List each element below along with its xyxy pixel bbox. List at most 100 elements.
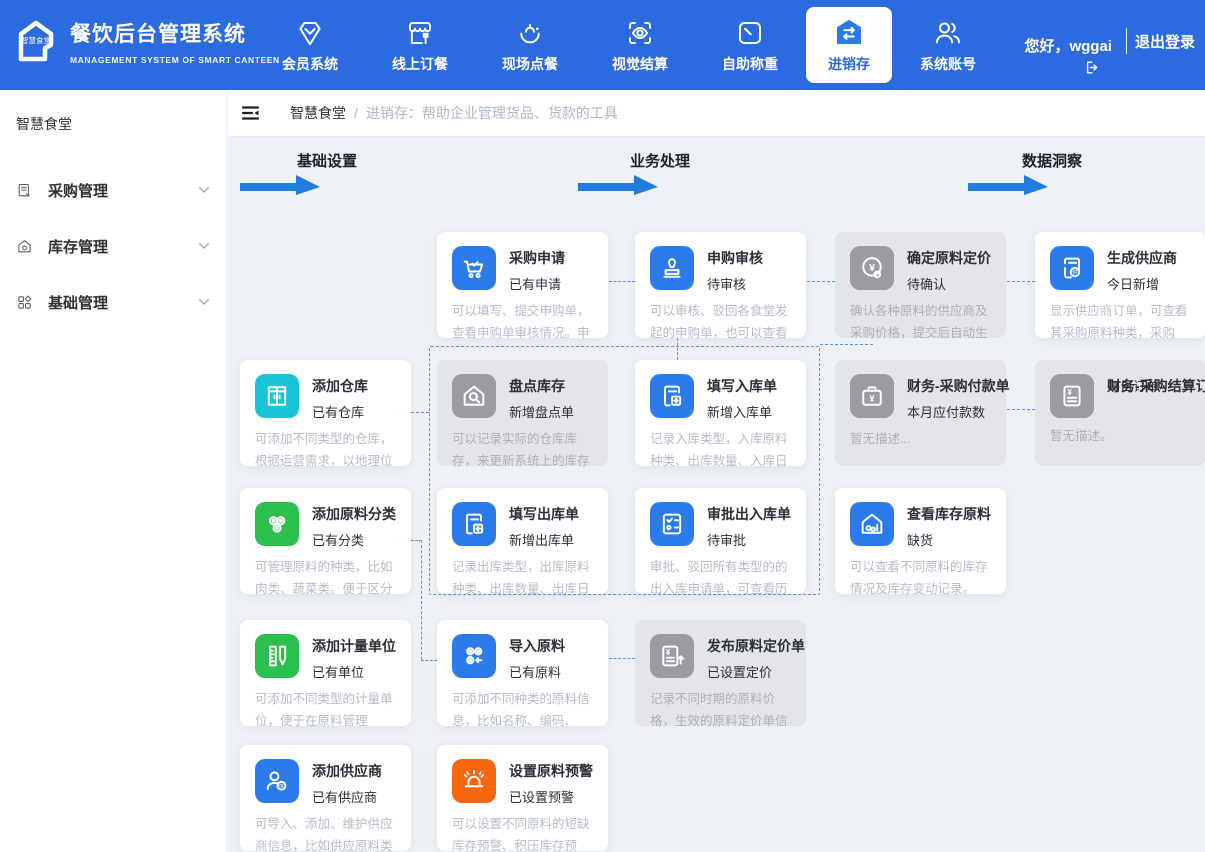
nav-label: 现场点餐 <box>502 54 558 74</box>
svg-text:供: 供 <box>279 782 284 790</box>
chevron-down-icon <box>198 298 210 306</box>
breadcrumb-current: 进销存：帮助企业管理货品、货款的工具 <box>366 103 618 123</box>
card-description: 确认各种原料的供应商及采购价格，提交后自动生成... <box>850 301 992 347</box>
visual-checkout-icon <box>625 16 655 48</box>
nav-system-account[interactable]: 系统账号 <box>894 7 1002 83</box>
logout-arrow-icon[interactable] <box>1083 59 1100 76</box>
card-set-ingredient-alert[interactable]: 设置原料预警 已设置预警 可以设置不同原料的短缺库存预警、积压库存预警。... <box>437 745 608 851</box>
card-subtitle: 新增出库单 <box>509 530 579 549</box>
chevron-down-icon <box>198 242 210 250</box>
connector-line <box>609 281 635 282</box>
nav-self-weighing[interactable]: 自助称重 <box>696 7 804 83</box>
nav-online-order[interactable]: 线上订餐 <box>366 7 474 83</box>
nav-dine-in-order[interactable]: 现场点餐 <box>476 7 584 83</box>
nav-label: 视觉结算 <box>612 54 668 74</box>
section-arrow-basic-setup <box>240 172 320 198</box>
card-title: 添加计量单位 <box>312 636 396 657</box>
card-finance-purchase-settlement[interactable]: ¥ 财务-采购结算订单 每日订单 暂无描述。 <box>1035 360 1205 466</box>
card-title: 盘点库存 <box>509 376 574 397</box>
card-fill-outbound-order[interactable]: 填写出库单 新增出库单 记录出库类型，出库原料种类、出库数量、出库日期... <box>437 488 608 594</box>
card-description: 可以填写、提交申购单，查看申购单审核情况。申购... <box>452 301 594 347</box>
inventory-purchase-sale-icon <box>833 16 865 48</box>
card-subtitle: 已有单位 <box>312 662 396 681</box>
logout-button[interactable]: 退出登录 <box>1135 31 1195 52</box>
supplier-person-icon: 供 <box>255 759 299 803</box>
sidebar: 智慧食堂 采购管理 库存管理 <box>0 90 227 852</box>
nav-visual-checkout[interactable]: 视觉结算 <box>586 7 694 83</box>
svg-text:¥: ¥ <box>666 648 671 657</box>
chevron-down-icon <box>198 186 210 194</box>
breadcrumb-root[interactable]: 智慧食堂 <box>290 103 346 123</box>
checklist-icon <box>650 502 694 546</box>
svg-text:¥: ¥ <box>869 393 875 403</box>
card-description: 记录入库类型，入库原料种类、出库数量、入库日期... <box>650 429 792 475</box>
card-publish-pricing-order[interactable]: ¥ 发布原料定价单 已设置定价 记录不同时期的原料价格，生效的原料定价单信息，.… <box>635 620 806 726</box>
doc-outbound-icon <box>452 502 496 546</box>
connector-line <box>421 540 422 660</box>
nav-label: 自助称重 <box>722 54 778 74</box>
ruler-pen-icon <box>255 634 299 678</box>
section-basic-setup: 基础设置 <box>297 150 357 171</box>
doc-price-up-icon: ¥ <box>650 634 694 678</box>
top-header: 智慧食堂 餐饮后台管理系统 MANAGEMENT SYSTEM OF SMART… <box>0 0 1205 90</box>
card-description: 审批、驳回所有类型的的出入库申请单，可查看历史... <box>650 557 792 603</box>
card-stock-count[interactable]: 盘点库存 新增盘点单 可以记录实际的仓库库存，来更新系统上的库存情况... <box>437 360 608 466</box>
smart-canteen-house-icon: 智慧食堂 <box>12 15 60 67</box>
sidebar-title: 智慧食堂 <box>0 90 226 134</box>
app-window: 智慧食堂 餐饮后台管理系统 MANAGEMENT SYSTEM OF SMART… <box>0 0 1205 852</box>
card-purchase-request[interactable]: 采购申请 已有申请 可以填写、提交申购单，查看申购单审核情况。申购... <box>437 232 608 338</box>
nav-inventory-purchase-sale[interactable]: 进销存 <box>806 7 892 83</box>
collapse-menu-icon[interactable] <box>241 105 260 121</box>
dine-in-order-icon <box>515 16 545 48</box>
warehouse-cabinet-icon <box>255 374 299 418</box>
card-description: 可以设置不同原料的短缺库存预警、积压库存预警。... <box>452 814 594 852</box>
ingredient-category-icon <box>255 502 299 546</box>
card-description: 显示供应商订单，可查看其采购原料种类，采购量，... <box>1050 301 1192 347</box>
card-add-warehouse[interactable]: 添加仓库 已有仓库 可添加不同类型的仓库，根据运营需求，以地理位置... <box>240 360 411 466</box>
card-fill-inbound-order[interactable]: 填写入库单 新增入库单 记录入库类型，入库原料种类、出库数量、入库日期... <box>635 360 806 466</box>
online-order-icon <box>405 16 435 48</box>
card-add-supplier[interactable]: 供 添加供应商 已有供应商 可导入、添加、维护供应商信息，比如供应原料类型... <box>240 745 411 851</box>
connector-line <box>421 660 437 661</box>
card-subtitle: 已有分类 <box>312 530 396 549</box>
card-generate-supplier[interactable]: 供 生成供应商 今日新增 显示供应商订单，可查看其采购原料种类，采购量，... <box>1035 232 1205 338</box>
card-description: 可以审核、驳回各食堂发起的申购单，也可以查看历... <box>650 301 792 347</box>
system-account-icon <box>933 16 963 48</box>
nav-label: 系统账号 <box>920 54 976 74</box>
card-description: 暂无描述。 <box>1050 426 1192 448</box>
card-title: 添加供应商 <box>312 761 382 782</box>
card-description: 可添加不同类型的仓库，根据运营需求，以地理位置... <box>255 429 397 475</box>
card-approve-in-out-orders[interactable]: 审批出入库单 待审批 审批、驳回所有类型的的出入库申请单，可查看历史... <box>635 488 806 594</box>
card-subtitle: 已有原料 <box>509 662 565 681</box>
sidebar-item-purchase-management[interactable]: 采购管理 <box>0 162 226 218</box>
card-finance-purchase-payment[interactable]: ¥ 财务-采购付款单 本月应付款数 暂无描述... <box>835 360 1006 466</box>
card-purchase-review[interactable]: 申购审核 待审核 可以审核、驳回各食堂发起的申购单，也可以查看历... <box>635 232 806 338</box>
account-area: 您好，wggai 退出登录 <box>1024 0 1195 90</box>
card-subtitle: 待确认 <box>907 274 991 293</box>
sidebar-item-stock-management[interactable]: 库存管理 <box>0 218 226 274</box>
card-add-measure-unit[interactable]: 添加计量单位 已有单位 可添加不同类型的计量单位，便于在原料管理时，... <box>240 620 411 726</box>
card-subtitle: 已设置定价 <box>707 662 805 681</box>
card-confirm-material-pricing[interactable]: ¥ 确定原料定价 待确认 确认各种原料的供应商及采购价格，提交后自动生成... <box>835 232 1006 338</box>
import-ingredients-icon <box>452 634 496 678</box>
card-view-stock-ingredients[interactable]: 查看库存原料 缺货 可以查看不同原料的库存情况及库存变动记录。 <box>835 488 1006 594</box>
card-subtitle: 待审批 <box>707 530 791 549</box>
card-add-ingredient-category[interactable]: 添加原料分类 已有分类 可管理原料的种类，比如肉类、蔬菜类。便于区分原... <box>240 488 411 594</box>
nav-member-system[interactable]: 会员系统 <box>256 7 364 83</box>
card-subtitle: 本月应付款数 <box>907 402 1010 421</box>
divider <box>1126 28 1127 54</box>
svg-text:¥: ¥ <box>869 262 875 274</box>
card-import-ingredients[interactable]: 导入原料 已有原料 可添加不同种类的原料信息，比如名称、编码、单... <box>437 620 608 726</box>
card-subtitle: 已有供应商 <box>312 787 382 806</box>
sidebar-item-basic-management[interactable]: 基础管理 <box>0 274 226 330</box>
breadcrumb-bar: 智慧食堂 / 进销存：帮助企业管理货品、货款的工具 <box>227 90 1205 137</box>
card-title: 添加仓库 <box>312 376 368 397</box>
card-title: 填写入库单 <box>707 376 777 397</box>
nav-label: 会员系统 <box>282 54 338 74</box>
member-system-icon <box>295 16 325 48</box>
self-weighing-icon <box>735 16 765 48</box>
nav-label: 线上订餐 <box>392 54 448 74</box>
card-description: 可添加不同种类的原料信息，比如名称、编码、单... <box>452 689 594 735</box>
card-subtitle: 已有仓库 <box>312 402 368 421</box>
section-business-process: 业务处理 <box>630 150 690 171</box>
